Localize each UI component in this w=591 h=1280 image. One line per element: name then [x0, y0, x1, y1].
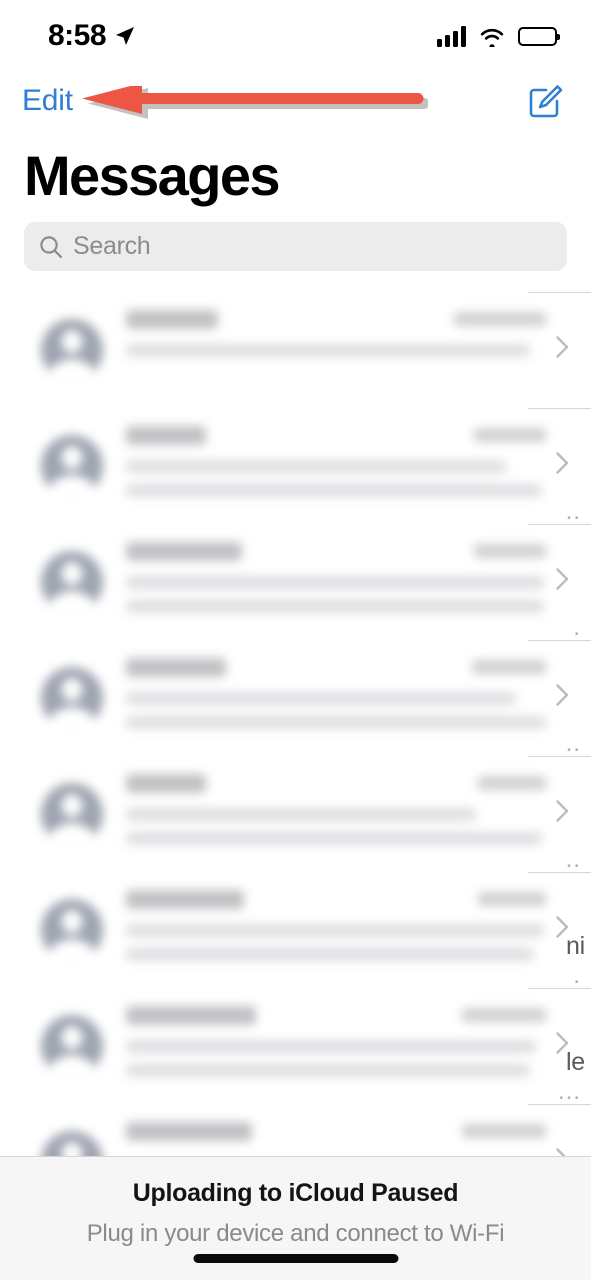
conversation-row-text	[126, 310, 546, 368]
chevron-right-icon	[556, 684, 569, 706]
search-input[interactable]: Search	[24, 222, 567, 271]
conversation-preview-line	[126, 924, 544, 937]
location-arrow-icon	[116, 27, 135, 45]
person-placeholder-avatar	[41, 435, 103, 497]
conversation-row[interactable]: ..	[0, 408, 591, 524]
person-placeholder-avatar	[41, 667, 103, 729]
conversation-sender-name	[126, 1006, 256, 1025]
conversation-timestamp	[474, 428, 546, 442]
person-placeholder-avatar	[41, 551, 103, 613]
overflow-ellipsis: ...	[557, 1078, 581, 1105]
conversation-preview-line	[126, 692, 516, 705]
conversation-preview-line	[126, 484, 542, 497]
overflow-ellipsis: .	[573, 614, 581, 641]
row-separator	[528, 1104, 591, 1105]
conversation-timestamp	[454, 312, 546, 326]
status-bar: 8:58	[0, 0, 591, 72]
conversation-row[interactable]: ni.	[0, 872, 591, 988]
status-bar-clock: 8:58	[48, 19, 107, 52]
icloud-banner-title: Uploading to iCloud Paused	[132, 1179, 459, 1207]
conversation-timestamp	[472, 660, 546, 674]
overflow-text-fragment: le	[565, 1048, 585, 1076]
conversation-row[interactable]: .	[0, 524, 591, 640]
conversation-sender-name	[126, 426, 206, 445]
conversation-preview-line	[126, 600, 544, 613]
conversation-sender-name	[126, 658, 226, 677]
conversation-row[interactable]: ..	[0, 756, 591, 872]
conversation-sender-name	[126, 310, 218, 329]
person-placeholder-avatar	[41, 319, 103, 381]
page-title: Messages	[24, 144, 281, 207]
status-bar-right	[437, 25, 560, 47]
conversation-row-text	[126, 1006, 546, 1088]
conversation-timestamp	[474, 544, 546, 558]
conversation-row-text	[126, 658, 546, 740]
chevron-right-icon	[556, 568, 569, 590]
conversation-list[interactable]: ....... ni. le...	[0, 292, 591, 1160]
wifi-icon	[480, 28, 504, 47]
iphone-messages-screen: 8:58 Edit Messages Search .. . .. .. ni …	[0, 0, 591, 1280]
conversation-row[interactable]	[0, 292, 591, 408]
row-separator	[528, 408, 591, 409]
row-separator	[528, 756, 591, 757]
conversation-row-text	[126, 774, 546, 856]
home-indicator[interactable]	[193, 1254, 398, 1263]
row-separator	[528, 292, 591, 293]
conversation-row[interactable]: le...	[0, 988, 591, 1104]
overflow-ellipsis: ..	[565, 730, 581, 757]
conversation-sender-name	[126, 542, 242, 561]
chevron-right-icon	[556, 452, 569, 474]
magnifier-icon	[40, 235, 63, 258]
search-placeholder: Search	[73, 232, 151, 260]
conversation-preview-line	[126, 576, 544, 589]
conversation-row-text	[126, 890, 546, 972]
icloud-status-banner: Uploading to iCloud Paused Plug in your …	[0, 1156, 591, 1280]
conversation-timestamp	[478, 776, 546, 790]
conversation-preview-line	[126, 808, 476, 821]
conversation-row-text	[126, 426, 546, 508]
compose-icon	[529, 85, 563, 118]
conversation-preview-line	[126, 1064, 530, 1077]
person-placeholder-avatar	[41, 899, 103, 961]
conversation-preview-line	[126, 1040, 536, 1053]
person-placeholder-avatar	[41, 783, 103, 845]
edit-button[interactable]: Edit	[22, 86, 73, 116]
conversation-row[interactable]: ..	[0, 640, 591, 756]
conversation-timestamp	[478, 892, 546, 906]
navigation-bar: Edit	[0, 80, 591, 130]
chevron-right-icon	[556, 800, 569, 822]
conversation-sender-name	[126, 774, 206, 793]
conversation-sender-name	[126, 890, 244, 909]
conversation-preview-line	[126, 460, 506, 473]
conversation-preview-line	[126, 344, 530, 357]
cellular-signal-icon	[437, 25, 466, 47]
status-bar-left: 8:58	[48, 21, 137, 51]
compose-message-button[interactable]	[525, 80, 565, 120]
row-separator	[528, 524, 591, 525]
row-separator	[528, 872, 591, 873]
icloud-banner-subtitle: Plug in your device and connect to Wi-Fi	[86, 1220, 505, 1247]
conversation-timestamp	[462, 1008, 546, 1022]
conversation-row-text	[126, 542, 546, 624]
conversation-preview-line	[126, 948, 534, 961]
conversation-timestamp	[462, 1124, 546, 1138]
conversation-preview-line	[126, 832, 542, 845]
conversation-preview-line	[126, 716, 546, 729]
row-separator	[528, 640, 591, 641]
person-placeholder-avatar	[41, 1015, 103, 1077]
chevron-right-icon	[556, 336, 569, 358]
overflow-ellipsis: .	[573, 962, 581, 989]
overflow-text-fragment: ni	[565, 932, 585, 960]
overflow-ellipsis: ..	[565, 498, 581, 525]
battery-full-icon	[518, 26, 560, 46]
conversation-row[interactable]	[0, 1104, 591, 1160]
row-separator	[528, 988, 591, 989]
conversation-row-text	[126, 1122, 546, 1156]
conversation-sender-name	[126, 1122, 252, 1141]
overflow-ellipsis: ..	[565, 846, 581, 873]
